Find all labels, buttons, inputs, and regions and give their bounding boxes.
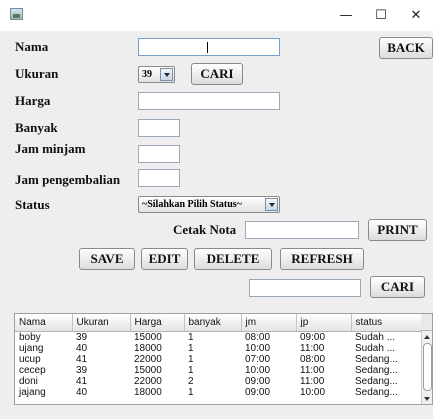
table-cell: 41 (76, 354, 88, 365)
harga-label: Harga (15, 93, 51, 108)
table-cell: 09:00 (300, 331, 326, 343)
table-row[interactable]: doni 41 22000 2 09:00 11:00 Sedang... (15, 376, 421, 387)
table-cell: 22000 (134, 376, 162, 387)
table-cell: 40 (76, 343, 88, 354)
column-header-harga[interactable]: Harga (130, 314, 185, 332)
table-cell: 08:00 (245, 331, 271, 343)
close-button[interactable]: ✕ (401, 4, 431, 28)
table-row[interactable]: ujang 40 18000 1 10:00 11:00 Sudah ... (15, 343, 421, 354)
column-header-jm[interactable]: jm (241, 314, 297, 332)
table-cell: 10:00 (245, 365, 271, 376)
chevron-down-icon (265, 198, 278, 211)
table-cell: 18000 (134, 343, 162, 354)
table-cell: 09:00 (245, 376, 271, 387)
text-caret (207, 42, 208, 53)
ukuran-select-value: 39 (142, 69, 152, 80)
table-cell: Sedang... (355, 387, 398, 398)
column-header-banyak[interactable]: banyak (184, 314, 242, 332)
table-cell: 15000 (134, 365, 162, 376)
table-cell: 40 (76, 387, 88, 398)
banyak-label: Banyak (15, 120, 58, 135)
title-bar: — ☐ ✕ (0, 0, 433, 31)
cetak-nota-label: Cetak Nota (173, 222, 237, 237)
table-cell: 10:00 (245, 343, 271, 354)
print-button[interactable]: PRINT (368, 219, 427, 241)
table-cell: 1 (188, 387, 194, 398)
harga-field[interactable] (138, 92, 280, 110)
table-cell: jajang (19, 387, 46, 398)
jam-minjam-label: Jam minjam (15, 141, 86, 156)
table-cell: 1 (188, 365, 194, 376)
table-cell: 1 (188, 354, 194, 365)
table-header-corner (421, 314, 432, 331)
table-cell: 10:00 (300, 387, 326, 398)
scroll-thumb[interactable] (423, 343, 432, 391)
table-cell: 07:00 (245, 354, 271, 365)
table-cell: 39 (76, 331, 88, 343)
save-button[interactable]: SAVE (79, 248, 135, 270)
table-header-row: Nama Ukuran Harga banyak jm jp status (15, 314, 422, 332)
table-cell: Sudah ... (355, 343, 396, 354)
edit-button[interactable]: EDIT (141, 248, 188, 270)
ukuran-label: Ukuran (15, 66, 59, 81)
cari-ukuran-button[interactable]: CARI (191, 63, 243, 85)
table-vertical-scrollbar[interactable] (421, 331, 432, 404)
table-cell: cecep (19, 365, 46, 376)
table-cell: 1 (188, 331, 194, 343)
scroll-up-icon[interactable] (424, 335, 430, 339)
data-table[interactable]: Nama Ukuran Harga banyak jm jp status bo… (14, 313, 433, 405)
status-label: Status (15, 197, 50, 212)
cari-search-button[interactable]: CARI (370, 276, 425, 298)
minimize-button[interactable]: — (331, 4, 361, 28)
column-header-jp[interactable]: jp (296, 314, 352, 332)
table-cell: Sedang... (355, 365, 398, 376)
back-button[interactable]: BACK (379, 37, 433, 59)
java-app-icon (10, 8, 23, 20)
table-cell: doni (19, 376, 38, 387)
table-cell: 09:00 (245, 387, 271, 398)
table-cell: 39 (76, 365, 88, 376)
table-cell: 18000 (134, 387, 162, 398)
table-cell: 11:00 (300, 365, 325, 376)
status-select[interactable]: ~Silahkan Pilih Status~ (138, 196, 280, 213)
table-cell: ucup (19, 354, 41, 365)
table-row[interactable]: jajang 40 18000 1 09:00 10:00 Sedang... (15, 387, 421, 398)
column-header-nama[interactable]: Nama (15, 314, 73, 332)
table-cell: boby (19, 331, 41, 343)
scroll-down-icon[interactable] (424, 397, 430, 401)
table-cell: Sedang... (355, 354, 398, 365)
table-row[interactable]: cecep 39 15000 1 10:00 11:00 Sedang... (15, 365, 421, 376)
table-cell: Sudah ... (355, 331, 396, 343)
column-header-ukuran[interactable]: Ukuran (72, 314, 131, 332)
table-cell: Sedang... (355, 376, 398, 387)
table-cell: 08:00 (300, 354, 326, 365)
table-cell: 22000 (134, 354, 162, 365)
search-field[interactable] (249, 279, 361, 297)
banyak-field[interactable] (138, 119, 180, 137)
column-header-status[interactable]: status (351, 314, 422, 332)
nama-label: Nama (15, 39, 49, 54)
table-cell: 11:00 (300, 376, 325, 387)
table-cell: 15000 (134, 331, 162, 343)
table-cell: 41 (76, 376, 88, 387)
ukuran-select[interactable]: 39 (138, 66, 175, 83)
table-row[interactable]: boby 39 15000 1 08:00 09:00 Sudah ... (15, 332, 421, 344)
refresh-button[interactable]: REFRESH (280, 248, 364, 270)
maximize-button[interactable]: ☐ (366, 4, 396, 28)
table-cell: ujang (19, 343, 44, 354)
nama-field[interactable] (138, 38, 280, 56)
jam-minjam-field[interactable] (138, 145, 180, 163)
delete-button[interactable]: DELETE (194, 248, 272, 270)
chevron-down-icon (160, 68, 173, 81)
table-cell: 1 (188, 343, 194, 354)
jam-pengembalian-label: Jam pengembalian (15, 172, 121, 187)
table-cell: 2 (188, 376, 194, 387)
cetak-nota-field[interactable] (245, 221, 359, 239)
jam-pengembalian-field[interactable] (138, 169, 180, 187)
status-select-value: ~Silahkan Pilih Status~ (142, 199, 242, 210)
table-row[interactable]: ucup 41 22000 1 07:00 08:00 Sedang... (15, 354, 421, 365)
table-cell: 11:00 (300, 343, 325, 354)
